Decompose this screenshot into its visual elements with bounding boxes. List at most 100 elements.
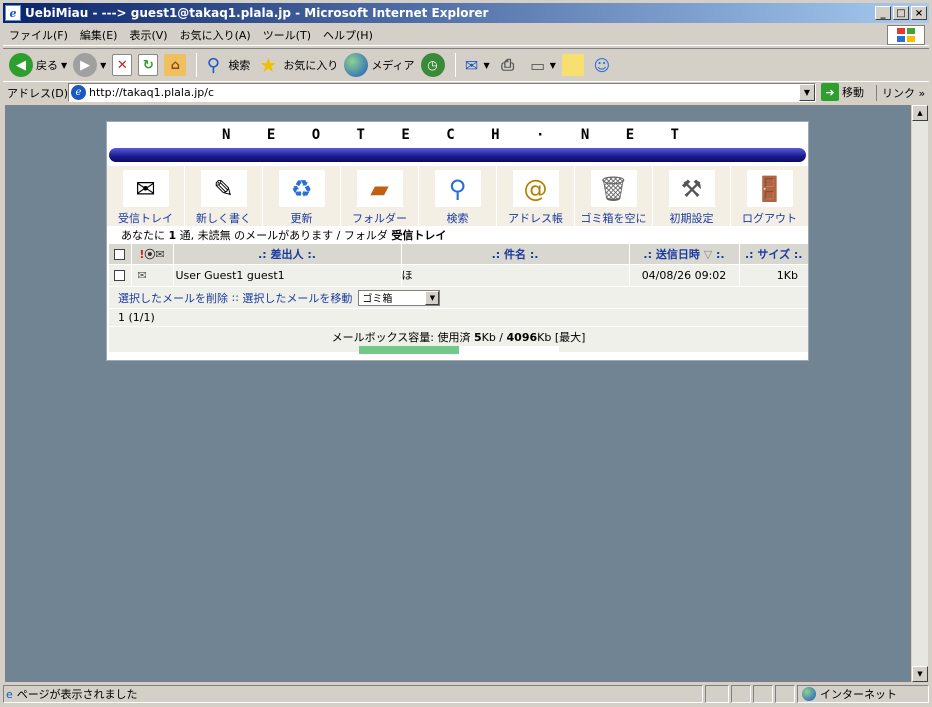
page-status-icon: e — [6, 687, 13, 701]
column-date[interactable]: .: 送信日時 ▽ :. — [629, 244, 740, 264]
logout-icon: 🚪 — [746, 170, 793, 207]
go-button[interactable]: ➔ 移動 — [821, 83, 864, 101]
quota-fill — [358, 346, 459, 354]
site-logo: N E O T E C H · N E T — [221, 127, 693, 143]
windows-logo-icon — [887, 25, 925, 45]
nav-search[interactable]: ⚲ 検索 — [419, 166, 497, 226]
browser-window: e UebiMiau - ---> guest1@takaq1.plala.jp… — [0, 0, 932, 707]
row-checkbox[interactable] — [114, 270, 126, 282]
back-button[interactable]: ◀ 戻る ▼ — [9, 53, 67, 77]
status-text: e ページが表示されました — [3, 685, 703, 703]
column-subject[interactable]: .: 件名 :. — [401, 244, 630, 264]
folder-icon: ▰ — [356, 170, 403, 207]
home-button[interactable]: ⌂ — [164, 54, 187, 76]
menu-view[interactable]: 表示(V) — [123, 27, 173, 43]
nav-compose[interactable]: ✎ 新しく書く — [185, 166, 263, 226]
media-button[interactable]: メディア — [344, 53, 415, 77]
security-zone: インターネット — [797, 685, 929, 703]
message-date: 04/08/26 09:02 — [629, 263, 740, 286]
toolbar: ◀ 戻る ▼ ▶ ▼ ✕ ↻ ⌂ ⚲ 検索 ★ お気に入り メディア ◷ ✉ ▼ … — [3, 48, 929, 82]
pagination: 1 (1/1) — [109, 308, 808, 326]
messenger-button[interactable]: ☺ — [590, 53, 614, 77]
message-subject[interactable]: ほ — [401, 263, 630, 286]
scroll-up-button[interactable]: ▲ — [912, 105, 928, 121]
nav-inbox[interactable]: ✉ 受信トレイ — [107, 166, 185, 226]
address-input[interactable]: e http://takaq1.plala.jp/c ▼ — [68, 83, 816, 102]
refresh-button[interactable]: ↻ — [138, 54, 159, 76]
title-bar: e UebiMiau - ---> guest1@takaq1.plala.jp… — [3, 3, 929, 23]
discuss-button[interactable] — [561, 54, 584, 76]
edit-button[interactable]: ▭ ▼ — [526, 53, 556, 77]
column-from[interactable]: .: 差出人 :. — [173, 244, 402, 264]
note-icon — [561, 54, 584, 76]
search-button[interactable]: ⚲ 検索 — [201, 53, 251, 77]
maximize-button[interactable]: □ — [893, 6, 909, 20]
forward-button[interactable]: ▶ ▼ — [73, 53, 106, 77]
quota-bar — [358, 346, 559, 354]
nav-refresh[interactable]: ♻ 更新 — [263, 166, 341, 226]
nav-folders[interactable]: ▰ フォルダー — [341, 166, 419, 226]
menu-bar: ファイル(F) 編集(E) 表示(V) お気に入り(A) ツール(T) ヘルプ(… — [3, 24, 929, 46]
sort-arrow-icon: ▽ — [703, 247, 713, 261]
menu-edit[interactable]: 編集(E) — [74, 27, 124, 43]
stop-button[interactable]: ✕ — [112, 54, 133, 76]
messenger-icon: ☺ — [593, 55, 611, 75]
close-button[interactable]: × — [911, 6, 927, 20]
delete-selected-link[interactable]: 選択したメールを削除 — [118, 290, 228, 306]
menu-tools[interactable]: ツール(T) — [257, 27, 317, 43]
menu-favorites[interactable]: お気に入り(A) — [174, 27, 257, 43]
edit-icon: ▭ — [530, 55, 546, 75]
chevron-down-icon: ▼ — [425, 290, 440, 305]
message-from[interactable]: User Guest1 guest1 — [173, 263, 402, 286]
addressbook-icon: @ — [512, 170, 559, 207]
inbox-icon: ✉ — [122, 170, 169, 207]
print-button[interactable]: ⎙ — [496, 53, 520, 77]
select-all-header — [109, 244, 132, 264]
scroll-down-button[interactable]: ▼ — [912, 666, 928, 682]
trash-icon: 🗑 — [590, 170, 637, 207]
compose-icon: ✎ — [200, 170, 247, 207]
go-arrow-icon: ➔ — [821, 83, 839, 101]
message-size: 1Kb — [739, 263, 808, 286]
header-bar — [109, 148, 806, 162]
nav-empty-trash[interactable]: 🗑 ゴミ箱を空に — [575, 166, 653, 226]
media-globe-icon — [344, 53, 369, 77]
nav-settings[interactable]: ⚒ 初期設定 — [653, 166, 731, 226]
address-dropdown-button[interactable]: ▼ — [799, 84, 815, 101]
address-label: アドレス(D) — [7, 87, 69, 100]
select-all-checkbox[interactable] — [114, 248, 126, 260]
move-target-select[interactable]: ゴミ箱 ▼ — [358, 289, 441, 306]
move-selected-link[interactable]: 選択したメールを移動 — [242, 290, 352, 306]
favorites-button[interactable]: ★ お気に入り — [256, 53, 338, 77]
minimize-button[interactable]: _ — [875, 6, 891, 20]
mail-icon: ✉ — [464, 55, 479, 75]
mail-button[interactable]: ✉ ▼ — [460, 53, 490, 77]
nav-toolbar: ✉ 受信トレイ ✎ 新しく書く ♻ 更新 ▰ フォルダー ⚲ 検索 @ アドレス帳 🗑 ゴミ箱… — [107, 166, 808, 226]
menu-file[interactable]: ファイル(F) — [3, 27, 74, 43]
history-icon: ◷ — [420, 53, 445, 77]
window-title: UebiMiau - ---> guest1@takaq1.plala.jp -… — [25, 6, 489, 20]
forward-arrow-icon: ▶ — [73, 53, 98, 77]
nav-addressbook[interactable]: @ アドレス帳 — [497, 166, 575, 226]
links-button[interactable]: リンク » — [876, 85, 925, 101]
status-bar: e ページが表示されました インターネット — [3, 684, 929, 704]
printer-icon: ⎙ — [501, 55, 515, 74]
search-icon: ⚲ — [434, 170, 481, 207]
webmail-app: N E O T E C H · N E T ✉ 受信トレイ ✎ 新しく書く ♻ 更新 … — [106, 121, 809, 361]
home-icon: ⌂ — [164, 54, 187, 76]
address-bar: アドレス(D) e http://takaq1.plala.jp/c ▼ ➔ 移… — [3, 82, 929, 104]
settings-icon: ⚒ — [668, 170, 715, 207]
read-envelope-icon: ✉ — [131, 263, 174, 286]
column-size[interactable]: .: サイズ :. — [739, 244, 808, 264]
message-table: !⦿✉ .: 差出人 :. .: 件名 :. .: 送信日時 ▽ :. .: サ… — [109, 244, 808, 286]
vertical-scrollbar[interactable]: ▲ ▼ — [911, 105, 928, 682]
magnifier-icon: ⚲ — [206, 54, 220, 76]
refresh-icon: ↻ — [138, 54, 159, 76]
table-row[interactable]: ✉ User Guest1 guest1 ほ 04/08/26 09:02 1K… — [109, 263, 808, 286]
mailbox-info: あなたに 1 通, 未読無 のメールがあります / フォルダ 受信トレイ — [107, 226, 808, 244]
history-button[interactable]: ◷ — [420, 53, 445, 77]
stop-icon: ✕ — [112, 54, 133, 76]
mailbox-quota: メールボックス容量: 使用済 5Kb / 4096Kb [最大] — [109, 326, 808, 354]
nav-logout[interactable]: 🚪 ログアウト — [731, 166, 808, 226]
menu-help[interactable]: ヘルプ(H) — [317, 27, 379, 43]
